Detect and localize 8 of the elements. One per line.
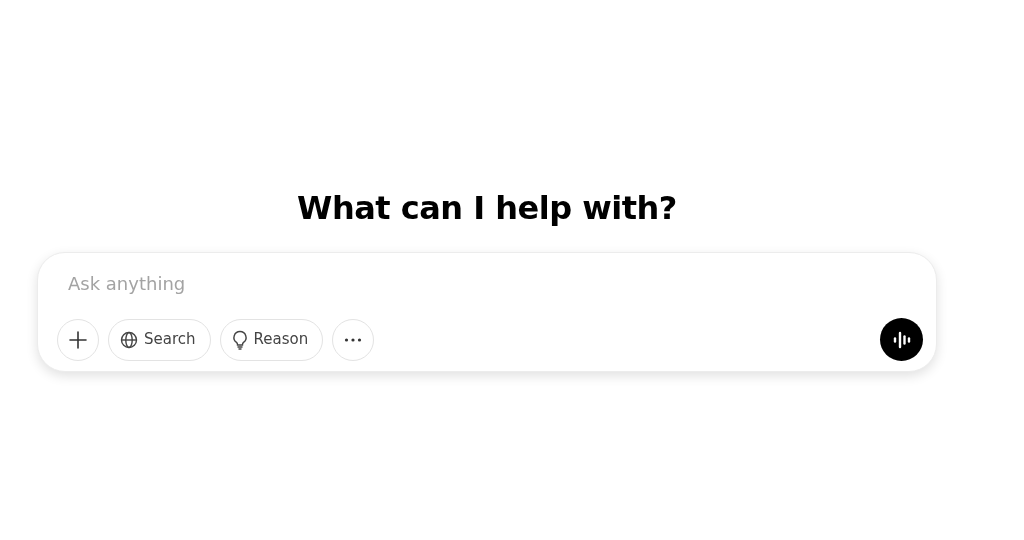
page-heading: What can I help with? bbox=[297, 188, 677, 229]
input-field[interactable]: Ask anything bbox=[68, 269, 917, 297]
plus-icon bbox=[69, 330, 87, 349]
voice-button[interactable] bbox=[880, 318, 923, 361]
lightbulb-icon bbox=[231, 329, 248, 350]
sound-wave-icon bbox=[891, 330, 912, 349]
globe-icon bbox=[120, 330, 138, 349]
more-icon bbox=[344, 337, 363, 342]
